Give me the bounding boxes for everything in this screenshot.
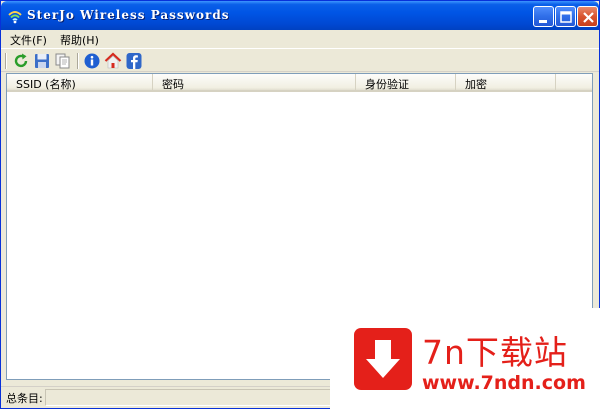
status-panel bbox=[45, 389, 335, 406]
menu-file[interactable]: 文件(F) bbox=[9, 32, 48, 48]
close-icon bbox=[583, 12, 594, 23]
copy-icon bbox=[55, 53, 70, 69]
menu-help[interactable]: 帮助(H) bbox=[59, 32, 100, 48]
toolbar-separator bbox=[77, 53, 79, 69]
close-button[interactable] bbox=[577, 6, 598, 27]
copy-button[interactable] bbox=[54, 52, 72, 70]
watermark: 7n下载站 www.7ndn.com bbox=[330, 308, 600, 409]
refresh-button[interactable] bbox=[12, 52, 30, 70]
column-header-password[interactable]: 密码 bbox=[153, 74, 356, 91]
wifi-app-icon bbox=[7, 8, 23, 24]
save-button[interactable] bbox=[33, 52, 51, 70]
facebook-icon bbox=[126, 53, 142, 69]
toolbar bbox=[1, 48, 599, 72]
maximize-button[interactable] bbox=[555, 6, 576, 27]
info-button[interactable] bbox=[83, 52, 101, 70]
download-arrow-icon bbox=[354, 328, 412, 390]
list-header: SSID (名称) 密码 身份验证 加密 bbox=[7, 74, 592, 92]
save-icon bbox=[35, 54, 49, 68]
toolbar-grip bbox=[5, 53, 7, 69]
maximize-icon bbox=[560, 11, 572, 23]
total-entries-label: 总条目: bbox=[6, 392, 43, 405]
watermark-url: www.7ndn.com bbox=[422, 372, 586, 394]
minimize-button[interactable] bbox=[533, 6, 554, 27]
refresh-icon bbox=[14, 53, 28, 68]
home-button[interactable] bbox=[104, 52, 122, 70]
column-header-authentication[interactable]: 身份验证 bbox=[356, 74, 456, 91]
menu-bar: 文件(F) 帮助(H) bbox=[1, 30, 599, 48]
facebook-button[interactable] bbox=[125, 52, 143, 70]
watermark-title: 7n下载站 bbox=[422, 333, 568, 372]
column-header-encryption[interactable]: 加密 bbox=[456, 74, 556, 91]
minimize-icon bbox=[539, 20, 547, 23]
window-title: SterJo Wireless Passwords bbox=[27, 8, 230, 22]
title-bar[interactable]: SterJo Wireless Passwords bbox=[1, 1, 599, 30]
info-icon bbox=[84, 53, 100, 69]
column-header-ssid[interactable]: SSID (名称) bbox=[7, 74, 153, 91]
home-icon bbox=[104, 52, 122, 69]
